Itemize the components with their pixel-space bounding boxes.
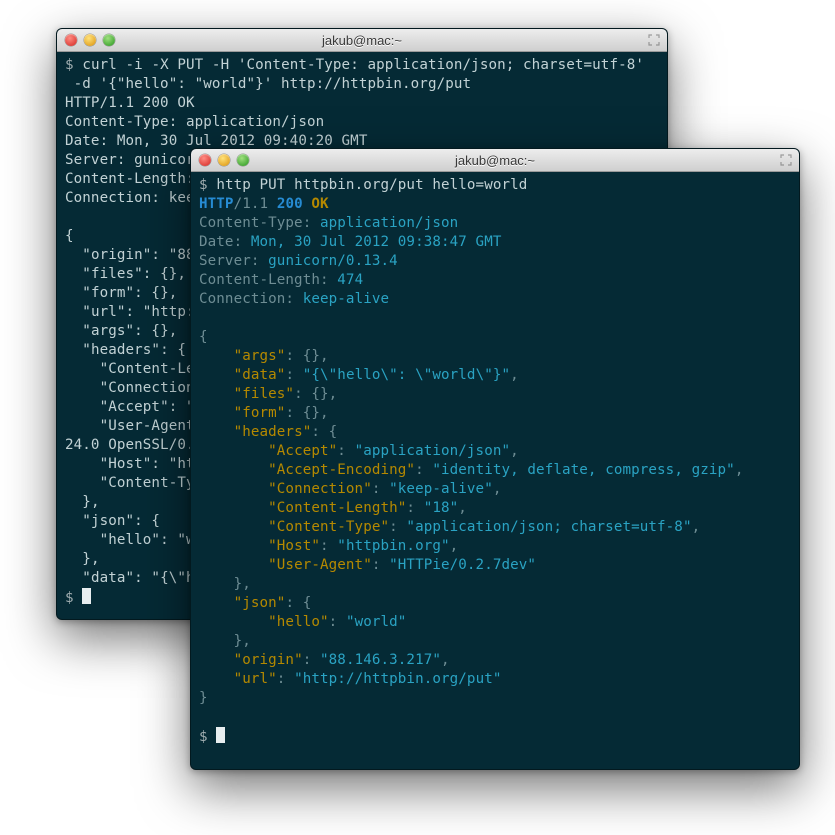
json-line: "Accept": "* xyxy=(100,399,204,415)
json-val: {} xyxy=(303,348,320,364)
titlebar[interactable]: jakub@mac:~ xyxy=(57,29,667,52)
json-brace: { xyxy=(65,228,74,244)
header-val: 474 xyxy=(337,272,363,288)
status-code: 200 xyxy=(277,196,303,212)
json-val: "world" xyxy=(346,614,407,630)
header-line: Date: Mon, 30 Jul 2012 09:40:20 GMT xyxy=(65,133,367,149)
json-key: "origin" xyxy=(234,652,303,668)
json-brace: { xyxy=(303,595,312,611)
json-key: "files" xyxy=(234,386,295,402)
json-key: "args" xyxy=(234,348,286,364)
maximize-icon[interactable] xyxy=(648,33,660,45)
json-key: "Accept" xyxy=(268,443,337,459)
json-key: "form" xyxy=(234,405,286,421)
cmd-line: http PUT httpbin.org/put hello=world xyxy=(216,177,527,193)
json-line: "form": {}, xyxy=(82,285,177,301)
json-line: "url": "http:/ xyxy=(82,304,203,320)
json-line: "args": {}, xyxy=(82,323,177,339)
cmd-line: curl -i -X PUT -H 'Content-Type: applica… xyxy=(82,57,644,73)
header-key: Content-Length: xyxy=(199,272,329,288)
header-key: Date: xyxy=(199,234,242,250)
header-line: Content-Length: xyxy=(65,171,195,187)
json-key: "headers" xyxy=(234,424,312,440)
json-brace: } xyxy=(234,633,243,649)
json-key: "data" xyxy=(234,367,286,383)
json-val: "HTTPie/0.2.7dev" xyxy=(389,557,536,573)
json-val: "application/json; charset=utf-8" xyxy=(406,519,691,535)
header-val: keep-alive xyxy=(303,291,389,307)
json-key: "url" xyxy=(234,671,277,687)
header-key: Content-Type: xyxy=(199,215,311,231)
prompt: $ xyxy=(199,177,208,193)
header-val: Mon, 30 Jul 2012 09:38:47 GMT xyxy=(251,234,502,250)
json-key: "Content-Type" xyxy=(268,519,389,535)
json-line: "json": { xyxy=(82,513,160,529)
json-key: "Content-Length" xyxy=(268,500,406,516)
json-line: "data": "{\"he xyxy=(82,570,203,586)
json-line: "User-Agent" xyxy=(100,418,204,434)
json-key: "Connection" xyxy=(268,481,372,497)
header-key: Connection: xyxy=(199,291,294,307)
json-val: "88.146.3.217" xyxy=(320,652,441,668)
json-key: "Accept-Encoding" xyxy=(268,462,415,478)
header-line: Content-Type: application/json xyxy=(65,114,324,130)
json-line: "hello": "wo xyxy=(100,532,204,548)
json-line: "Content-Len xyxy=(100,361,204,377)
json-val: "18" xyxy=(424,500,459,516)
status-ver: /1.1 xyxy=(234,196,269,212)
json-val: "{\"hello\": \"world\"}" xyxy=(303,367,510,383)
json-line: "headers": { xyxy=(82,342,186,358)
json-key: "User-Agent" xyxy=(268,557,372,573)
window-title: jakub@mac:~ xyxy=(191,153,799,168)
json-val: "identity, deflate, compress, gzip" xyxy=(432,462,734,478)
maximize-icon[interactable] xyxy=(780,153,792,165)
json-val: {} xyxy=(311,386,328,402)
window-title: jakub@mac:~ xyxy=(57,33,667,48)
json-line: }, xyxy=(82,494,99,510)
json-val: {} xyxy=(303,405,320,421)
header-key: Server: xyxy=(199,253,260,269)
json-line: "Connection" xyxy=(100,380,204,396)
json-brace: { xyxy=(329,424,338,440)
json-val: "keep-alive" xyxy=(389,481,493,497)
json-brace: } xyxy=(234,576,243,592)
titlebar[interactable]: jakub@mac:~ xyxy=(191,149,799,172)
status-msg: OK xyxy=(311,196,328,212)
cursor-icon xyxy=(216,727,225,743)
json-line: 24.0 OpenSSL/0.9 xyxy=(65,437,203,453)
json-key: "Host" xyxy=(268,538,320,554)
status-proto: HTTP xyxy=(199,196,234,212)
prompt: $ xyxy=(65,57,74,73)
json-key: "json" xyxy=(234,595,286,611)
terminal-body[interactable]: $ http PUT httpbin.org/put hello=world H… xyxy=(191,172,799,755)
terminal-window-httpie: jakub@mac:~ $ http PUT httpbin.org/put h… xyxy=(190,148,800,770)
json-key: "hello" xyxy=(268,614,329,630)
json-line: "Content-Typ xyxy=(100,475,204,491)
json-brace: { xyxy=(199,329,208,345)
json-val: "http://httpbin.org/put" xyxy=(294,671,501,687)
json-line: }, xyxy=(82,551,99,567)
header-val: gunicorn/0.13.4 xyxy=(268,253,398,269)
header-val: application/json xyxy=(320,215,458,231)
json-line: "files": {}, xyxy=(82,266,186,282)
prompt: $ xyxy=(199,729,208,745)
json-val: "httpbin.org" xyxy=(337,538,449,554)
json-line: "origin": "88. xyxy=(82,247,203,263)
cursor-icon xyxy=(82,588,91,604)
status-line: HTTP/1.1 200 OK xyxy=(65,95,195,111)
json-line: "Host": "htt xyxy=(100,456,204,472)
json-val: "application/json" xyxy=(355,443,511,459)
json-brace: } xyxy=(199,690,208,706)
prompt: $ xyxy=(65,590,74,606)
cmd-line-cont: -d '{"hello": "world"}' http://httpbin.o… xyxy=(65,76,471,92)
